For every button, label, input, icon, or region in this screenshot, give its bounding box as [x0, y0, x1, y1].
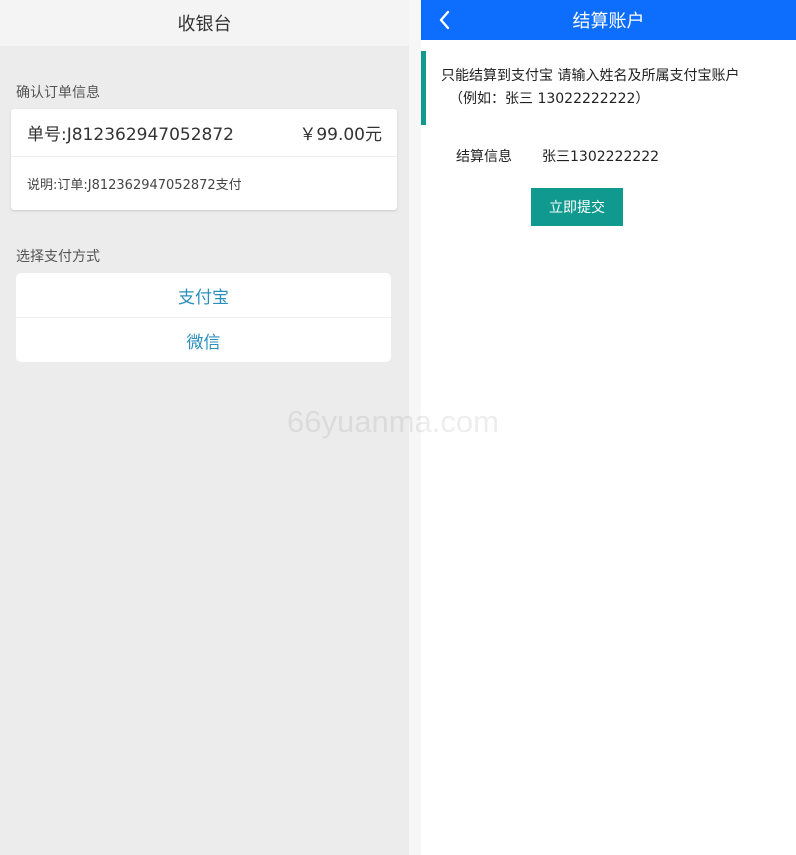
settlement-notice: 只能结算到支付宝 请输入姓名及所属支付宝账户 （例如：张三 1302222222… — [421, 51, 796, 125]
payment-section-label: 选择支付方式 — [16, 249, 100, 265]
settle-info-label: 结算信息 — [456, 149, 512, 165]
cashier-header: 收银台 — [0, 0, 409, 46]
cashier-title: 收银台 — [177, 14, 232, 35]
order-number: 单号:J812362947052872 — [27, 125, 234, 145]
order-description: 说明:订单:J812362947052872支付 — [27, 178, 242, 193]
notice-line-2: （例如：张三 13022222222） — [449, 91, 650, 107]
payment-method-list: 支付宝 微信 — [16, 273, 391, 362]
order-section-label: 确认订单信息 — [16, 85, 100, 101]
screen: 收银台 确认订单信息 单号:J812362947052872 ￥99.00元 说… — [0, 0, 796, 855]
pay-method-alipay[interactable]: 支付宝 — [16, 273, 391, 317]
submit-button[interactable]: 立即提交 — [531, 188, 623, 226]
settlement-header: 结算账户 — [421, 0, 796, 40]
notice-line-1: 只能结算到支付宝 请输入姓名及所属支付宝账户 — [441, 68, 740, 84]
settle-info-value[interactable]: 张三1302222222 — [542, 146, 659, 166]
settlement-title: 结算账户 — [572, 11, 645, 32]
settlement-panel: 结算账户 只能结算到支付宝 请输入姓名及所属支付宝账户 （例如：张三 13022… — [421, 0, 796, 855]
order-amount: ￥99.00元 — [299, 125, 382, 145]
pay-method-wechat[interactable]: 微信 — [16, 317, 391, 362]
cashier-panel: 收银台 确认订单信息 单号:J812362947052872 ￥99.00元 说… — [0, 0, 409, 855]
order-card: 单号:J812362947052872 ￥99.00元 说明:订单:J81236… — [11, 109, 397, 210]
order-summary-row: 单号:J812362947052872 ￥99.00元 — [11, 109, 397, 157]
panel-divider — [409, 0, 421, 855]
back-arrow-icon[interactable] — [437, 8, 453, 32]
